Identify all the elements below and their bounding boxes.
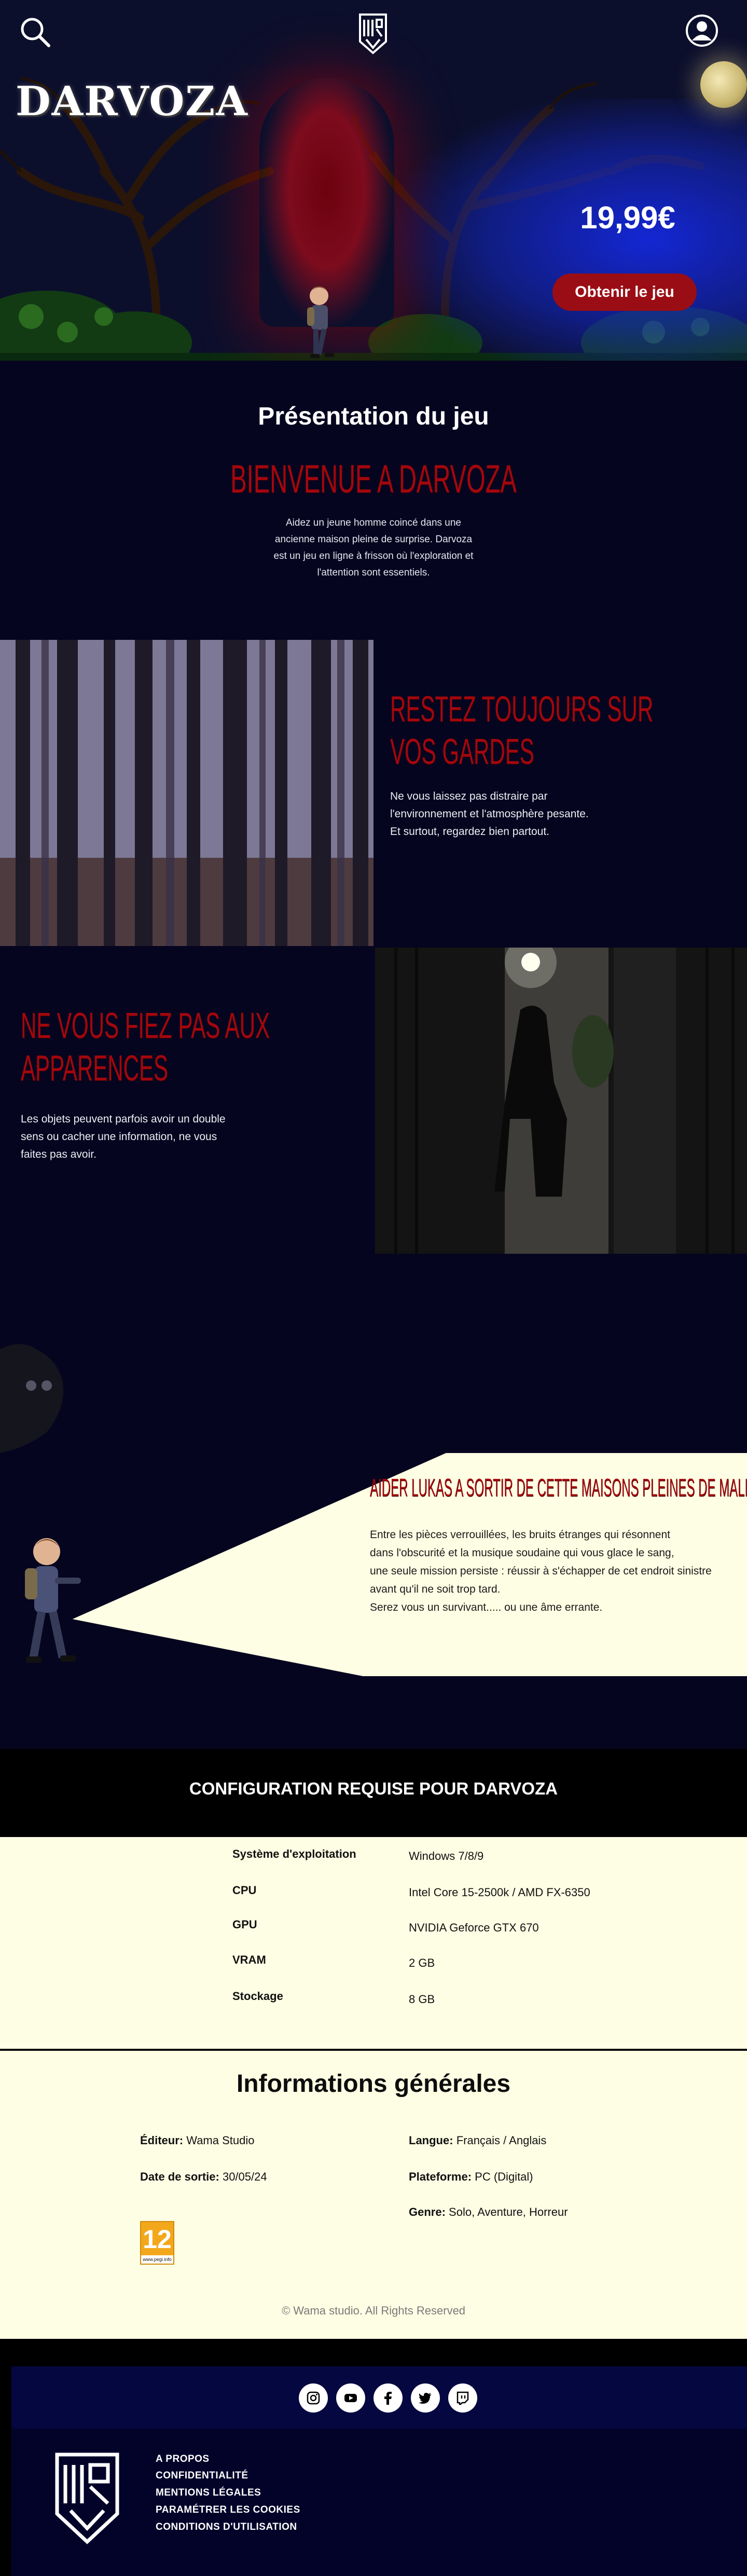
feature-1-text-line3: Et surtout, regardez bien partout. — [390, 826, 550, 838]
info-date-label: Date de sortie: — [140, 2170, 219, 2183]
info-release-date: Date de sortie: 30/05/24 — [140, 2170, 267, 2184]
pegi-number: 12 — [143, 2225, 172, 2254]
ghost-hallway-image — [375, 948, 747, 1254]
info-date-value: 30/05/24 — [222, 2170, 267, 2183]
config-title: CONFIGURATION REQUISE POUR DARVOZA — [189, 1779, 558, 1798]
facebook-icon[interactable] — [374, 2383, 403, 2413]
game-title: DARVOZA — [16, 78, 248, 125]
welcome-tagline: BIENVENUE A DARVOZA — [230, 457, 517, 501]
info-genre-value: Solo, Aventure, Horreur — [449, 2205, 568, 2218]
story-line-4: avant qu'il ne soit trop tard. — [370, 1583, 501, 1595]
lukas-character — [307, 286, 334, 358]
config-row-label: GPU — [232, 1918, 257, 1931]
feature-1-title-line1: RESTEZ TOUJOURS SUR — [390, 689, 654, 729]
forest-image — [0, 640, 374, 946]
feature-1-text-line2: l'environnement et l'atmosphère pesante. — [390, 808, 589, 820]
youtube-icon[interactable] — [336, 2383, 365, 2413]
feature-2-text-line3: faites pas avoir. — [21, 1148, 96, 1160]
story-line-5: Serez vous un survivant..... ou une âme … — [370, 1601, 603, 1613]
config-row-value: Windows 7/8/9 — [409, 1849, 484, 1862]
pegi-rating-badge: 12 www.pegi.info — [140, 2221, 174, 2265]
config-table — [0, 1837, 747, 2050]
presentation-heading: Présentation du jeu — [258, 403, 489, 430]
instagram-icon[interactable] — [299, 2383, 328, 2413]
feature-2-title: NE VOUS FIEZ PAS AUX APPARENCES — [21, 1004, 301, 1089]
twitter-icon[interactable] — [411, 2383, 440, 2413]
get-game-button[interactable]: Obtenir le jeu — [552, 273, 697, 311]
info-language: Langue: Français / Anglais — [409, 2134, 546, 2147]
info-language-label: Langue: — [409, 2134, 453, 2147]
lukas-flashlight-character — [25, 1538, 81, 1663]
footer-link-legal[interactable]: MENTIONS LÉGALES — [156, 2487, 261, 2499]
price-label: 19,99€ — [580, 200, 675, 235]
presentation-text: Aidez un jeune homme coincé dans une anc… — [273, 517, 474, 578]
story-line-1: Entre les pièces verrouillées, les bruit… — [370, 1529, 670, 1541]
general-info-title: Informations générales — [236, 2070, 511, 2098]
info-editor-label: Éditeur: — [140, 2134, 184, 2147]
info-editor-value: Wama Studio — [186, 2134, 255, 2147]
feature-2-text-line1: Les objets peuvent parfois avoir un doub… — [21, 1113, 226, 1125]
feature-2-text-line2: sens ou cacher une information, ne vous — [21, 1131, 217, 1143]
config-row-value: 8 GB — [409, 1993, 435, 2006]
pegi-site: www.pegi.info — [141, 2255, 173, 2264]
info-platform-value: PC (Digital) — [475, 2170, 533, 2183]
story-text: Entre les pièces verrouillées, les bruit… — [370, 1526, 747, 1616]
config-row-label: VRAM — [232, 1953, 266, 1966]
config-row-value: 2 GB — [409, 1956, 435, 1969]
feature-2-title-line2: APPARENCES — [21, 1048, 168, 1088]
info-platform-label: Plateforme: — [409, 2170, 472, 2183]
config-row-label: Stockage — [232, 1990, 283, 2003]
config-row-label: Système d'exploitation — [232, 1847, 356, 1860]
search-icon[interactable] — [19, 16, 51, 48]
wama-logo-icon[interactable] — [52, 2449, 122, 2546]
copyright-text: © Wama studio. All Rights Reserved — [281, 2304, 466, 2317]
info-genre-label: Genre: — [409, 2205, 446, 2218]
feature-2-text: Les objets peuvent parfois avoir un doub… — [21, 1111, 226, 1163]
feature-1-text-line1: Ne vous laissez pas distraire par — [390, 790, 548, 802]
account-icon[interactable] — [685, 13, 719, 48]
config-row-value: NVIDIA Geforce GTX 670 — [409, 1921, 539, 1934]
feature-1-title-line2: VOS GARDES — [390, 731, 534, 772]
wama-logo-icon[interactable] — [357, 11, 389, 55]
footer-link-cookies[interactable]: PARAMÉTRER LES COOKIES — [156, 2504, 300, 2516]
story-line-2: dans l'obscurité et la musique soudaine … — [370, 1547, 674, 1559]
story-line-3: une seule mission persiste : réussir à s… — [370, 1565, 712, 1577]
footer-link-terms[interactable]: CONDITIONS D'UTILISATION — [156, 2522, 297, 2533]
footer-link-about[interactable]: A PROPOS — [156, 2454, 210, 2465]
feature-2-title-line1: NE VOUS FIEZ PAS AUX — [21, 1005, 270, 1046]
story-title: AIDER LUKAS A SORTIR DE CETTE MAISONS PL… — [370, 1474, 747, 1502]
info-platform: Plateforme: PC (Digital) — [409, 2170, 533, 2184]
monster-silhouette — [0, 1344, 63, 1453]
info-language-value: Français / Anglais — [456, 2134, 547, 2147]
info-editor: Éditeur: Wama Studio — [140, 2134, 255, 2147]
footer-link-privacy[interactable]: CONFIDENTIALITÉ — [156, 2470, 248, 2482]
twitch-icon[interactable] — [448, 2383, 477, 2413]
feature-1-title: RESTEZ TOUJOURS SUR VOS GARDES — [390, 688, 670, 773]
feature-1-text: Ne vous laissez pas distraire par l'envi… — [390, 788, 589, 841]
config-row-value: Intel Core 15-2500k / AMD FX-6350 — [409, 1886, 590, 1899]
info-genre: Genre: Solo, Aventure, Horreur — [409, 2205, 568, 2219]
config-row-label: CPU — [232, 1884, 257, 1897]
moon — [700, 61, 747, 108]
